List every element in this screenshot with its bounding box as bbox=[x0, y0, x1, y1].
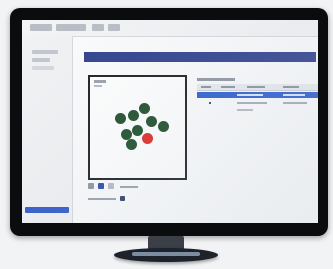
table-row[interactable] bbox=[197, 100, 318, 106]
table-cell bbox=[237, 109, 253, 111]
option-label bbox=[88, 198, 116, 200]
control-icon[interactable] bbox=[88, 183, 94, 189]
table-header-cell bbox=[201, 86, 211, 88]
option-checkbox[interactable] bbox=[120, 196, 125, 201]
table-cell bbox=[283, 102, 307, 104]
table-header bbox=[197, 84, 318, 91]
right-panel-title bbox=[197, 78, 235, 81]
green-marker bbox=[132, 125, 143, 136]
red-marker bbox=[142, 133, 153, 144]
table-header-cell bbox=[221, 86, 235, 88]
monitor-stand bbox=[114, 236, 218, 264]
control-icon[interactable] bbox=[108, 183, 114, 189]
green-marker bbox=[115, 113, 126, 124]
control-icon[interactable] bbox=[98, 183, 104, 189]
app-menubar bbox=[22, 20, 318, 37]
table-cell bbox=[283, 94, 305, 96]
green-marker bbox=[146, 116, 157, 127]
sidebar-footer-button[interactable] bbox=[25, 207, 69, 213]
green-marker bbox=[128, 110, 139, 121]
sidebar-item[interactable] bbox=[32, 50, 58, 54]
table-header-cell bbox=[283, 86, 299, 88]
panel-options bbox=[88, 196, 152, 202]
header-strip bbox=[84, 52, 316, 62]
panel-controls bbox=[88, 183, 146, 190]
panel-subtitle-text bbox=[94, 85, 102, 87]
table-cell bbox=[209, 102, 211, 104]
table-row[interactable] bbox=[197, 107, 318, 113]
control-label bbox=[120, 186, 138, 188]
menu-item[interactable] bbox=[92, 24, 104, 31]
green-marker bbox=[126, 139, 137, 150]
sidebar-item[interactable] bbox=[32, 66, 54, 70]
green-marker bbox=[139, 103, 150, 114]
table-header-cell bbox=[247, 86, 265, 88]
monitor-screen bbox=[22, 20, 318, 223]
menu-item[interactable] bbox=[108, 24, 120, 31]
monitor-base bbox=[114, 248, 218, 262]
table-cell bbox=[237, 94, 263, 96]
menu-item[interactable] bbox=[56, 24, 86, 31]
plot-panel bbox=[88, 75, 187, 180]
base-highlight bbox=[132, 252, 200, 256]
menu-item[interactable] bbox=[30, 24, 52, 31]
sidebar-item[interactable] bbox=[32, 58, 50, 62]
sidebar bbox=[22, 36, 73, 223]
table-cell bbox=[237, 102, 267, 104]
table-row-selected[interactable] bbox=[197, 92, 318, 98]
data-table bbox=[197, 84, 318, 114]
green-marker bbox=[158, 121, 169, 132]
panel-title-text bbox=[94, 80, 106, 83]
